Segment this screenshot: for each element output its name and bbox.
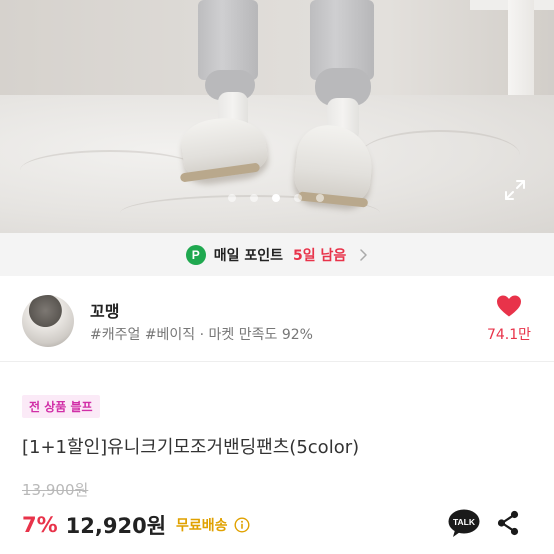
points-label: 매일 포인트 <box>213 247 283 264</box>
heart-icon[interactable] <box>496 294 522 318</box>
points-badge-icon: P <box>185 244 206 265</box>
info-icon[interactable] <box>234 517 250 533</box>
seller-info[interactable]: 꼬맹 #캐주얼 #베이직 · 마켓 만족도 92% 74.1만 <box>0 276 554 362</box>
free-shipping-label: 무료배송 <box>176 518 228 534</box>
original-price: 13,900원 <box>22 481 89 499</box>
chevron-right-icon <box>360 248 368 261</box>
carousel-dot-active[interactable] <box>272 194 280 202</box>
photo-wrinkle <box>20 150 200 190</box>
product-image-carousel[interactable] <box>0 0 554 233</box>
share-icon[interactable] <box>496 510 520 536</box>
expand-icon[interactable] <box>503 178 527 202</box>
carousel-dot[interactable] <box>228 194 236 202</box>
seller-meta: #캐주얼 #베이직 · 마켓 만족도 92% <box>90 327 313 343</box>
price-row: 7% 12,920원 무료배송 <box>22 510 250 540</box>
kakao-talk-icon[interactable]: TALK <box>448 509 480 538</box>
discount-rate: 7% <box>22 513 58 537</box>
seller-name[interactable]: 꼬맹 <box>90 298 119 322</box>
points-remaining: 5일 남음 <box>293 247 347 264</box>
carousel-dot[interactable] <box>250 194 258 202</box>
sale-price: 12,920원 <box>65 514 167 538</box>
carousel-dot[interactable] <box>316 194 324 202</box>
kakao-talk-label: TALK <box>453 517 476 527</box>
seller-avatar[interactable] <box>22 295 74 347</box>
product-detail-page: P 매일 포인트 5일 남음 꼬맹 #캐주얼 #베이직 · 마켓 만족도 92%… <box>0 0 554 554</box>
likes-count: 74.1만 <box>486 327 532 343</box>
product-title: [1+1할인]유니크기모조거밴딩팬츠(5color) <box>22 437 360 458</box>
photo-wrinkle <box>360 130 520 180</box>
daily-points-banner[interactable]: P 매일 포인트 5일 남음 <box>0 233 554 276</box>
photo-pants-left <box>198 0 258 80</box>
carousel-indicator <box>228 194 324 202</box>
promo-badge: 전 상품 블프 <box>22 395 100 418</box>
carousel-dot[interactable] <box>294 194 302 202</box>
